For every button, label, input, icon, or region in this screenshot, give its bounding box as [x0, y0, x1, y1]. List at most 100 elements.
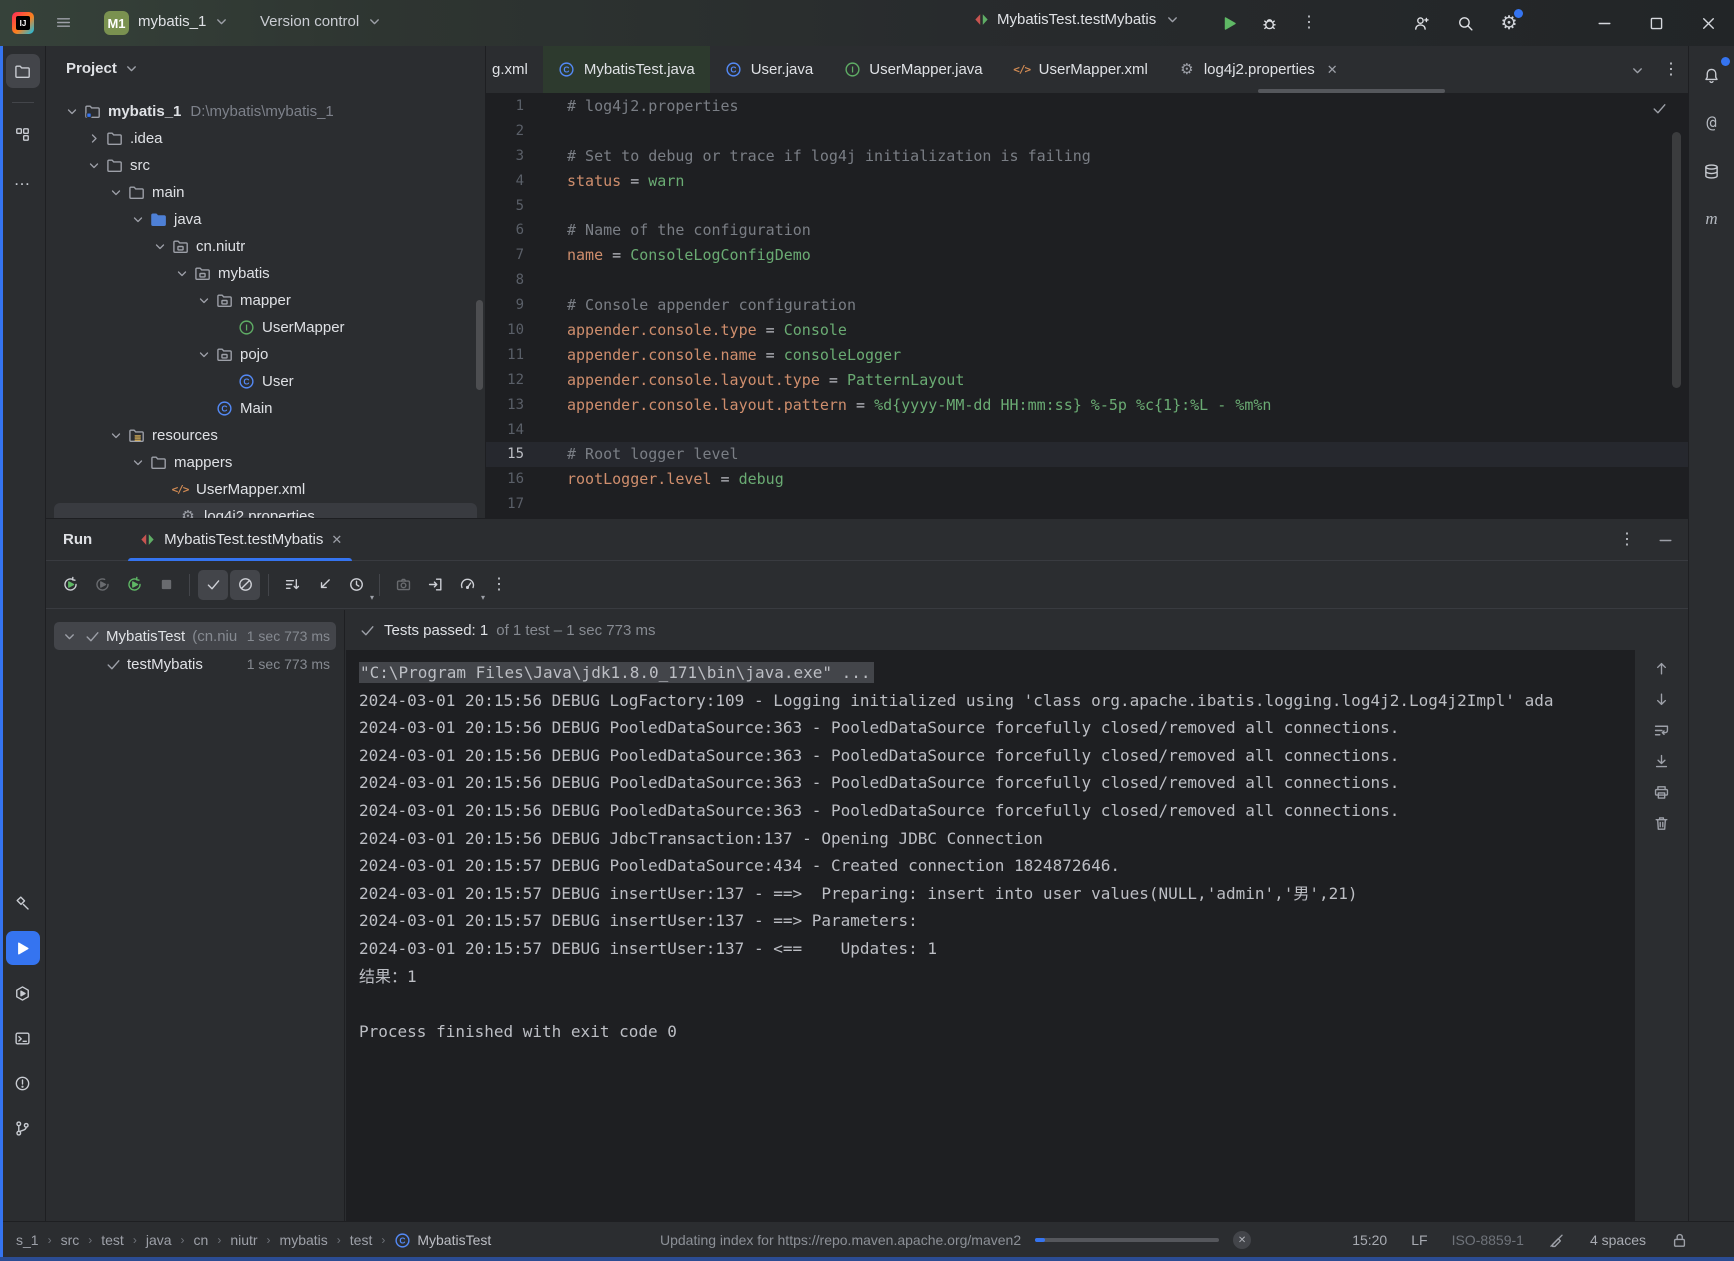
services-tool-button[interactable]: [6, 976, 40, 1010]
tabs-options-icon[interactable]: ⋮: [1662, 61, 1680, 79]
add-user-button[interactable]: [1408, 10, 1434, 36]
profiler-button[interactable]: ▾: [452, 570, 482, 600]
run-tab-mybatistest[interactable]: MybatisTest.testMybatis ✕: [126, 519, 354, 561]
run-panel-options-icon[interactable]: ⋮: [1618, 531, 1636, 549]
capture-snapshot-button[interactable]: [388, 570, 418, 600]
main-menu-icon[interactable]: [54, 13, 72, 31]
editor-tab-mybatistest-java[interactable]: CMybatisTest.java: [543, 46, 710, 93]
editor-tab-usermapper-xml[interactable]: </>UserMapper.xml: [998, 46, 1163, 93]
breadcrumb-item-test[interactable]: test: [101, 1232, 124, 1248]
tree-item-mybatis-1[interactable]: mybatis_1D:\mybatis\mybatis_1: [46, 98, 485, 125]
caret-position[interactable]: 15:20: [1352, 1232, 1387, 1248]
ai-assistant-button[interactable]: @: [1695, 106, 1729, 140]
breadcrumb-item-s-1[interactable]: s_1: [16, 1232, 39, 1248]
more-options-button[interactable]: ⋮: [484, 570, 514, 600]
tree-item-log4j2-properties[interactable]: ⚙log4j2.properties: [54, 503, 477, 518]
maven-button[interactable]: m: [1695, 202, 1729, 236]
breadcrumb-item-mybatistest[interactable]: CMybatisTest: [394, 1232, 491, 1249]
soft-wrap-button[interactable]: [1650, 719, 1674, 741]
editor-tab-log4j2-properties[interactable]: ⚙log4j2.properties✕: [1163, 46, 1353, 93]
structure-tool-button[interactable]: [6, 117, 40, 151]
editor-tab-usermapper-java[interactable]: IUserMapper.java: [828, 46, 997, 93]
chevron-down-icon[interactable]: [196, 292, 212, 310]
vcs-widget[interactable]: Version control: [260, 12, 383, 30]
run-console[interactable]: "C:\Program Files\Java\jdk1.8.0_171\bin\…: [346, 650, 1635, 1221]
scroll-down-button[interactable]: [1650, 688, 1674, 710]
editor-scrollbar-thumb[interactable]: [1672, 132, 1681, 388]
terminal-tool-button[interactable]: [6, 1021, 40, 1055]
tree-item-src[interactable]: src: [46, 152, 485, 179]
close-icon[interactable]: ✕: [1327, 62, 1338, 78]
tabs-scrollbar-thumb[interactable]: [1258, 89, 1445, 93]
cancel-indexing-icon[interactable]: ✕: [1233, 1231, 1251, 1249]
clear-all-button[interactable]: [1650, 812, 1674, 834]
run-button[interactable]: [1216, 10, 1242, 36]
test-node-mybatistest[interactable]: MybatisTest(cn.niu1 sec 773 ms: [54, 622, 336, 650]
tree-item-usermapper-xml[interactable]: </>UserMapper.xml: [46, 476, 485, 503]
scroll-to-end-button[interactable]: [1650, 750, 1674, 772]
tree-item-user[interactable]: CUser: [46, 368, 485, 395]
tree-item-mybatis[interactable]: mybatis: [46, 260, 485, 287]
show-passed-button[interactable]: [198, 570, 228, 600]
breadcrumb-item-niutr[interactable]: niutr: [230, 1232, 257, 1248]
chevron-down-icon[interactable]: [196, 346, 212, 364]
chevron-down-icon[interactable]: [174, 265, 190, 283]
breadcrumb-item-test[interactable]: test: [350, 1232, 373, 1248]
test-node-testmybatis[interactable]: testMybatis1 sec 773 ms: [54, 650, 336, 678]
file-encoding[interactable]: ISO-8859-1: [1452, 1232, 1524, 1248]
editor[interactable]: 1# log4j2.properties23# Set to debug or …: [486, 94, 1688, 518]
build-tool-button[interactable]: [6, 886, 40, 920]
project-switcher[interactable]: mybatis_1: [138, 12, 230, 30]
show-ignored-button[interactable]: [230, 570, 260, 600]
chevron-down-icon[interactable]: [64, 103, 80, 121]
tabs-list-icon[interactable]: [1628, 61, 1646, 79]
settings-button[interactable]: ⚙: [1496, 10, 1522, 36]
editor-tab-g-xml[interactable]: g.xml: [486, 46, 543, 93]
chevron-down-icon[interactable]: [108, 184, 124, 202]
project-panel-header[interactable]: Project: [46, 46, 485, 85]
breadcrumb-item-src[interactable]: src: [61, 1232, 80, 1248]
stop-process-button[interactable]: [151, 570, 181, 600]
tree-item-mappers[interactable]: mappers: [46, 449, 485, 476]
database-button[interactable]: [1695, 154, 1729, 188]
tree-item-main[interactable]: main: [46, 179, 485, 206]
tree-item-usermapper[interactable]: IUserMapper: [46, 314, 485, 341]
project-tool-button[interactable]: [6, 54, 40, 88]
run-tool-button[interactable]: [6, 931, 40, 965]
breadcrumb-item-cn[interactable]: cn: [194, 1232, 209, 1248]
tree-item-java[interactable]: java: [46, 206, 485, 233]
chevron-down-icon[interactable]: [130, 211, 146, 229]
rerun-tests-button[interactable]: [55, 570, 85, 600]
highlighting-off-icon[interactable]: [1548, 1231, 1566, 1249]
more-run-options-button[interactable]: ⋮: [1296, 10, 1322, 36]
test-history-button[interactable]: ▾: [341, 570, 371, 600]
breadcrumb-item-mybatis[interactable]: mybatis: [280, 1232, 328, 1248]
run-configuration-widget[interactable]: MybatisTest.testMybatis: [972, 10, 1181, 28]
chevron-down-icon[interactable]: [130, 454, 146, 472]
navigate-to-stacktrace-button[interactable]: [309, 570, 339, 600]
tree-item-cn-niutr[interactable]: cn.niutr: [46, 233, 485, 260]
chevron-down-icon[interactable]: [152, 238, 168, 256]
tree-item-resources[interactable]: resources: [46, 422, 485, 449]
chevron-right-icon[interactable]: [86, 130, 102, 148]
scroll-up-button[interactable]: [1650, 657, 1674, 679]
search-everywhere-button[interactable]: [1452, 10, 1478, 36]
more-tools-button[interactable]: …: [6, 163, 40, 197]
rerun-failed-tests-button[interactable]: [87, 570, 117, 600]
line-ending[interactable]: LF: [1411, 1232, 1427, 1248]
project-tree-scrollbar-thumb[interactable]: [476, 300, 483, 390]
chevron-down-icon[interactable]: [108, 427, 124, 445]
debug-button[interactable]: [1256, 10, 1282, 36]
print-button[interactable]: [1650, 781, 1674, 803]
sort-by-duration-button[interactable]: [277, 570, 307, 600]
hide-panel-icon[interactable]: [1656, 531, 1674, 549]
toggle-auto-test-button[interactable]: [119, 570, 149, 600]
tree-item-pojo[interactable]: pojo: [46, 341, 485, 368]
problems-tool-button[interactable]: [6, 1066, 40, 1100]
close-button[interactable]: [1682, 0, 1734, 46]
chevron-down-icon[interactable]: [60, 627, 78, 645]
version-control-tool-button[interactable]: [6, 1111, 40, 1145]
tree-item-mapper[interactable]: mapper: [46, 287, 485, 314]
lock-icon[interactable]: [1670, 1231, 1688, 1249]
editor-tab-user-java[interactable]: CUser.java: [710, 46, 829, 93]
